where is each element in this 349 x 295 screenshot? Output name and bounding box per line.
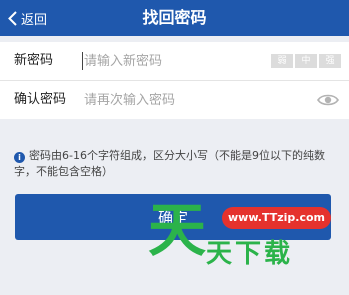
strength-weak: 弱 (271, 54, 293, 68)
confirm-password-label: 确认密码 (14, 92, 67, 107)
site-watermark: 天 www.TTzip.com 天下载 (148, 198, 338, 292)
watermark-logo: 天 (148, 196, 207, 264)
confirm-password-row: 确认密码 (0, 80, 349, 119)
strength-medium: 中 (295, 54, 317, 68)
confirm-password-input[interactable] (82, 89, 264, 111)
new-password-row: 新密码 弱 中 强 (0, 42, 349, 80)
header-bar: 返回 找回密码 (0, 0, 349, 36)
text-cursor (82, 52, 83, 70)
strength-strong: 强 (319, 54, 341, 68)
new-password-input[interactable] (82, 50, 264, 72)
hint-text: 密码由6-16个字符组成，区分大小写（不能是9位以下的纯数字，不能包含空格） (14, 149, 325, 178)
password-hint: i 密码由6-16个字符组成，区分大小写（不能是9位以下的纯数字，不能包含空格） (14, 148, 336, 180)
watermark-name: 天下载 (206, 239, 294, 269)
password-strength-meter: 弱 中 强 (271, 54, 341, 68)
page-title: 找回密码 (142, 8, 207, 27)
password-form: 新密码 弱 中 强 确认密码 (0, 42, 349, 119)
info-icon: i (14, 152, 25, 163)
new-password-label: 新密码 (14, 53, 54, 68)
eye-icon[interactable] (317, 93, 339, 107)
watermark-url: www.TTzip.com (222, 207, 331, 229)
